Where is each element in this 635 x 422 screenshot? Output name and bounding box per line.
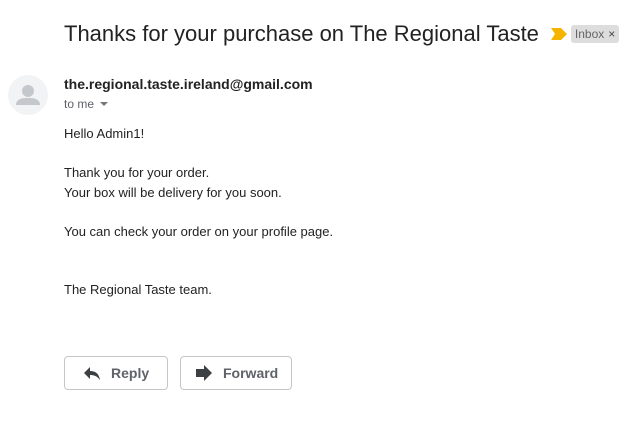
message-actions: Reply Forward — [64, 356, 292, 390]
recipient-details-toggle[interactable]: to me — [64, 97, 109, 111]
email-subject: Thanks for your purchase on The Regional… — [64, 21, 539, 46]
body-line: You can check your order on your profile… — [64, 223, 334, 239]
reply-arrow-icon — [83, 364, 101, 382]
body-line: Thank you for your order. — [64, 165, 210, 180]
forward-arrow-icon — [195, 364, 213, 382]
sender-email: the.regional.taste.ireland@gmail.com — [64, 76, 313, 92]
chevron-down-icon — [100, 102, 109, 106]
body-line: Your box will be delivery for you soon. — [64, 184, 282, 200]
reply-button[interactable]: Reply — [64, 356, 168, 390]
email-view: Thanks for your purchase on The Regional… — [0, 0, 635, 422]
inbox-label-chip[interactable]: Inbox × — [570, 25, 620, 43]
sender-avatar[interactable] — [8, 75, 48, 115]
inbox-label-text: Inbox — [574, 27, 605, 41]
body-line: The Regional Taste team. — [64, 282, 212, 297]
email-body: Hello Admin1! Thank you for your order. … — [64, 124, 333, 300]
forward-button[interactable]: Forward — [180, 356, 292, 390]
default-avatar-icon — [16, 85, 40, 105]
body-line: Hello Admin1! — [64, 126, 145, 141]
reply-label: Reply — [111, 365, 150, 381]
remove-label-icon[interactable]: × — [608, 27, 615, 41]
importance-marker-icon[interactable] — [550, 26, 567, 42]
subject-row: Thanks for your purchase on The Regional… — [64, 18, 620, 50]
forward-label: Forward — [223, 365, 279, 381]
recipient-text: to me — [64, 97, 95, 111]
